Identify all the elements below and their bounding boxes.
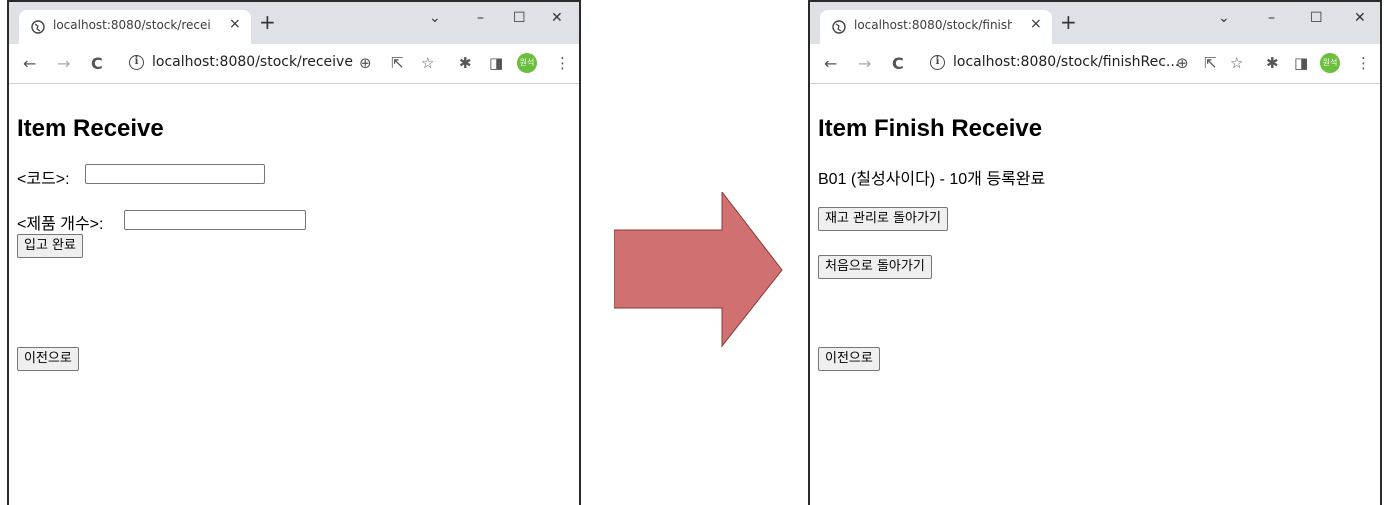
site-info-icon[interactable]: i	[129, 55, 144, 70]
code-label: <코드>:	[17, 171, 70, 188]
back-arrow-icon[interactable]: ←	[824, 54, 837, 73]
close-tab-icon[interactable]: ×	[229, 16, 241, 32]
tab-search-icon[interactable]: ⌄	[429, 10, 441, 26]
tab-search-icon[interactable]: ⌄	[1218, 10, 1230, 26]
share-icon[interactable]: ⇱	[391, 54, 404, 72]
star-icon[interactable]: ☆	[1230, 54, 1243, 72]
stock-management-button[interactable]: 재고 관리로 돌아가기	[818, 207, 948, 231]
maximize-icon[interactable]: ☐	[1310, 10, 1323, 26]
title-bar: localhost:8080/stock/receive × + ⌄ – ☐ ✕	[9, 2, 579, 44]
browser-toolbar: ← → C i localhost:8080/stock/receive ⊕ ⇱…	[9, 44, 579, 84]
tab-title: localhost:8080/stock/finishReceive	[854, 18, 1012, 32]
browser-window-receive: localhost:8080/stock/receive × + ⌄ – ☐ ✕…	[7, 0, 581, 505]
address-bar[interactable]: localhost:8080/stock/finishRec...	[953, 54, 1179, 70]
right-arrow-icon	[614, 192, 783, 348]
new-tab-button[interactable]: +	[259, 12, 276, 32]
submit-receive-button[interactable]: 입고 완료	[17, 234, 83, 258]
globe-icon	[832, 20, 846, 34]
tab-title: localhost:8080/stock/receive	[53, 18, 211, 32]
result-message: B01 (칠성사이다) - 10개 등록완료	[818, 171, 1046, 188]
minimize-icon[interactable]: –	[477, 10, 484, 26]
close-icon[interactable]: ✕	[551, 10, 563, 26]
close-tab-icon[interactable]: ×	[1030, 16, 1042, 32]
extensions-icon[interactable]: ✱	[1266, 54, 1279, 72]
reload-icon[interactable]: C	[91, 54, 103, 73]
browser-window-finish-receive: localhost:8080/stock/finishReceive × + ⌄…	[808, 0, 1382, 505]
close-icon[interactable]: ✕	[1354, 10, 1366, 26]
maximize-icon[interactable]: ☐	[513, 10, 526, 26]
title-bar: localhost:8080/stock/finishReceive × + ⌄…	[810, 2, 1380, 44]
forward-arrow-icon[interactable]: →	[858, 54, 871, 73]
side-panel-icon[interactable]: ◨	[489, 54, 503, 72]
extensions-icon[interactable]: ✱	[459, 54, 472, 72]
globe-icon	[31, 20, 45, 34]
zoom-icon[interactable]: ⊕	[1176, 54, 1189, 72]
quantity-label: <제품 개수>:	[17, 216, 104, 233]
address-bar[interactable]: localhost:8080/stock/receive	[152, 54, 353, 70]
browser-tab[interactable]: localhost:8080/stock/finishReceive ×	[820, 10, 1052, 44]
page-content: Item Finish Receive B01 (칠성사이다) - 10개 등록…	[810, 85, 1380, 505]
browser-toolbar: ← → C i localhost:8080/stock/finishRec..…	[810, 44, 1380, 84]
star-icon[interactable]: ☆	[421, 54, 434, 72]
quantity-input[interactable]	[124, 210, 306, 230]
reload-icon[interactable]: C	[892, 54, 904, 73]
share-icon[interactable]: ⇱	[1204, 54, 1217, 72]
page-title: Item Finish Receive	[818, 115, 1043, 142]
back-arrow-icon[interactable]: ←	[23, 54, 36, 73]
browser-tab[interactable]: localhost:8080/stock/receive ×	[19, 10, 251, 44]
back-button[interactable]: 이전으로	[818, 347, 880, 371]
new-tab-button[interactable]: +	[1060, 12, 1077, 32]
page-content: Item Receive <코드>: <제품 개수>: 입고 완료 이전으로	[9, 85, 579, 505]
back-button[interactable]: 이전으로	[17, 347, 79, 371]
menu-icon[interactable]: ⋮	[1356, 54, 1371, 72]
page-title: Item Receive	[17, 115, 164, 142]
forward-arrow-icon[interactable]: →	[57, 54, 70, 73]
avatar[interactable]: 원석	[517, 53, 537, 73]
minimize-icon[interactable]: –	[1268, 10, 1275, 26]
code-input[interactable]	[85, 164, 265, 184]
menu-icon[interactable]: ⋮	[555, 54, 570, 72]
side-panel-icon[interactable]: ◨	[1294, 54, 1308, 72]
site-info-icon[interactable]: i	[930, 55, 945, 70]
zoom-icon[interactable]: ⊕	[359, 54, 372, 72]
home-button[interactable]: 처음으로 돌아가기	[818, 255, 932, 279]
avatar[interactable]: 원석	[1320, 53, 1340, 73]
